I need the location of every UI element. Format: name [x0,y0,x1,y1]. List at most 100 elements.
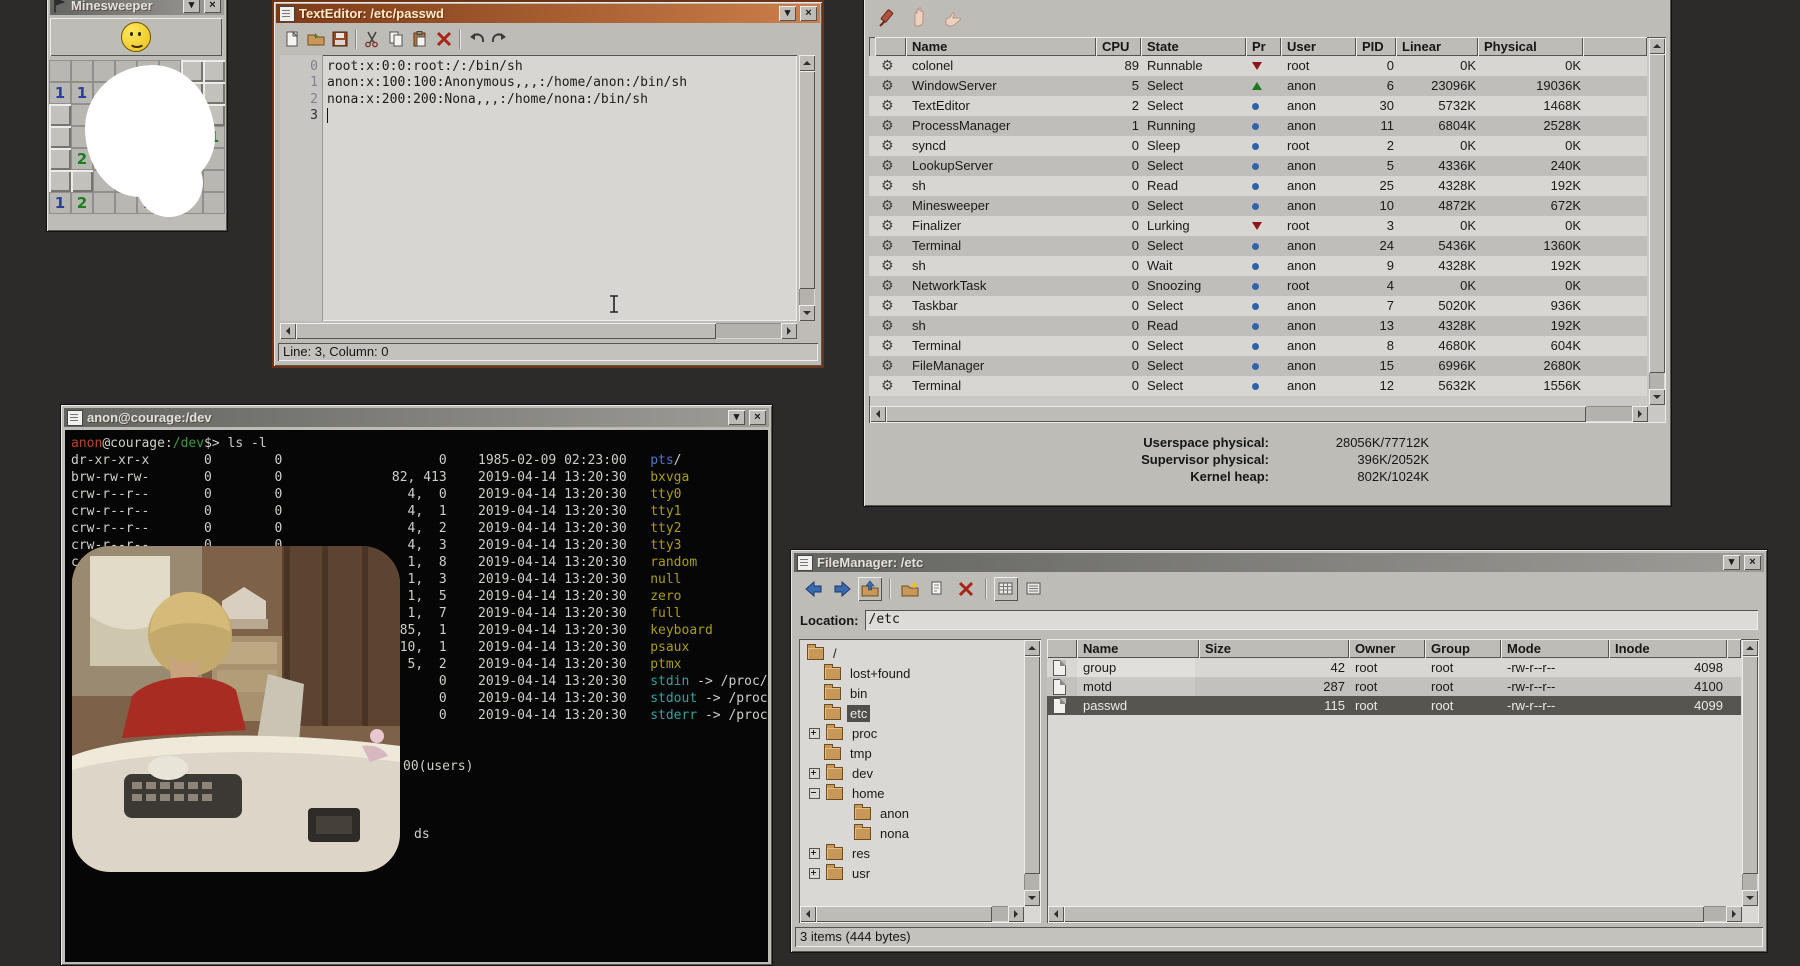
delete-icon[interactable] [954,577,978,601]
mine-cell[interactable] [71,60,93,82]
tree-item-bin[interactable]: bin [809,683,870,703]
scroll-right-icon[interactable] [1632,406,1648,422]
process-row[interactable]: ⚙Taskbar0Selectanon75020K936K [869,296,1647,316]
close-button[interactable]: × [800,6,817,21]
column-header-physical[interactable]: Physical [1478,37,1583,56]
list-view-icon[interactable] [1022,577,1046,601]
scroll-thumb[interactable] [1064,906,1704,922]
expand-icon[interactable] [809,768,820,779]
scroll-thumb[interactable] [1742,656,1758,874]
kill-process-icon[interactable] [875,6,899,30]
file-row-group[interactable]: group42rootroot-rw-r--r--4098 [1047,658,1741,677]
mine-cell[interactable] [203,192,225,214]
tree-item-tmp[interactable]: tmp [809,743,875,763]
column-header-owner[interactable]: Owner [1349,639,1425,658]
mine-cell[interactable]: 1 [49,192,71,214]
directory-tree-pane[interactable]: /lost+foundbinetcproctmpdevhomeanonnonar… [799,639,1041,923]
scroll-left-icon[interactable] [800,906,816,922]
scroll-thumb[interactable] [799,71,815,289]
scroll-down-icon[interactable] [1649,389,1665,405]
column-header-cpu[interactable]: CPU [1096,37,1141,56]
tree-hscrollbar[interactable] [800,906,1024,922]
expand-icon[interactable] [809,848,820,859]
tree-item-usr[interactable]: usr [809,863,873,883]
scroll-thumb[interactable] [886,406,1586,422]
column-header-inode[interactable]: Inode [1609,639,1727,658]
tree-vscrollbar[interactable] [1024,640,1040,906]
minimize-button[interactable]: ▾ [1723,555,1740,570]
process-row[interactable]: ⚙TextEditor2Selectanon305732K1468K [869,96,1647,116]
tree-item-nona[interactable]: nona [839,823,912,843]
minimize-button[interactable]: ▾ [779,6,796,21]
go-up-button[interactable] [858,577,882,601]
tree-item-anon[interactable]: anon [839,803,912,823]
process-row[interactable]: ⚙Finalizer0Lurkingroot30K0K [869,216,1647,236]
mine-cell[interactable] [49,126,71,148]
scroll-down-icon[interactable] [1742,890,1758,906]
mine-cell[interactable] [49,148,71,170]
scroll-up-icon[interactable] [1024,640,1040,656]
tree-item-lostfound[interactable]: lost+found [809,663,913,683]
mine-cell[interactable] [49,104,71,126]
process-row[interactable]: ⚙Minesweeper0Selectanon104872K672K [869,196,1647,216]
expand-icon[interactable] [809,728,820,739]
process-row[interactable]: ⚙syncd0Sleeproot20K0K [869,136,1647,156]
mine-cell[interactable]: 2 [71,192,93,214]
copy-file-icon[interactable] [926,577,950,601]
new-file-button[interactable] [280,27,304,51]
process-row[interactable]: ⚙sh0Readanon134328K192K [869,316,1647,336]
scroll-thumb[interactable] [816,906,992,922]
column-header-fill[interactable] [1727,639,1741,658]
scroll-right-icon[interactable] [1008,906,1024,922]
minimize-button[interactable]: ▾ [183,0,200,13]
files-hscrollbar[interactable] [1048,906,1742,922]
expand-icon[interactable] [809,868,820,879]
files-vscrollbar[interactable] [1742,640,1758,906]
mine-cell[interactable] [49,60,71,82]
filemanager-titlebar[interactable]: FileManager: /etc ▾ × [794,553,1764,572]
smiley-face-button[interactable] [121,22,151,52]
close-button[interactable]: × [1744,555,1761,570]
back-icon[interactable] [802,577,826,601]
tree-item-[interactable]: / [807,643,840,663]
stop-hand-icon[interactable] [907,6,931,30]
column-header-pid[interactable]: PID [1356,37,1396,56]
terminal-titlebar[interactable]: anon@courage:/dev ▾ × [64,408,769,427]
delete-icon[interactable] [432,27,456,51]
editor-vscrollbar[interactable] [799,55,815,321]
process-row[interactable]: ⚙sh0Waitanon94328K192K [869,256,1647,276]
process-row[interactable]: ⚙Terminal0Selectanon125632K1556K [869,376,1647,396]
scroll-right-icon[interactable] [1726,906,1742,922]
process-row[interactable]: ⚙ProcessManager1Runninganon116804K2528K [869,116,1647,136]
minimize-button[interactable]: ▾ [728,410,745,425]
editor-area[interactable]: 0root:x:0:0:root:/:/bin/sh1anon:x:100:10… [280,55,797,321]
process-row[interactable]: ⚙NetworkTask0Snoozingroot40K0K [869,276,1647,296]
file-row-passwd[interactable]: passwd115rootroot-rw-r--r--4099 [1047,696,1741,715]
file-list-pane[interactable]: NameSizeOwnerGroupModeInode group42rootr… [1047,639,1759,923]
column-header-mode[interactable]: Mode [1501,639,1609,658]
process-row[interactable]: ⚙LookupServer0Selectanon54336K240K [869,156,1647,176]
process-row[interactable]: ⚙colonel89Runnableroot00K0K [869,56,1647,76]
column-header-name[interactable]: Name [906,37,1096,56]
scroll-left-icon[interactable] [1048,906,1064,922]
mine-cell[interactable] [203,60,225,82]
editor-hscrollbar[interactable] [280,323,797,339]
process-row[interactable]: ⚙sh0Readanon254328K192K [869,176,1647,196]
scroll-right-icon[interactable] [781,323,797,339]
scroll-left-icon[interactable] [280,323,296,339]
table-view-icon[interactable] [994,577,1018,601]
mine-cell[interactable]: 1 [71,82,93,104]
close-button[interactable]: × [204,0,221,13]
scroll-left-icon[interactable] [870,406,886,422]
undo-icon[interactable] [464,27,488,51]
process-row[interactable]: ⚙Terminal0Selectanon84680K604K [869,336,1647,356]
tree-item-home[interactable]: home [809,783,888,803]
mine-cell[interactable] [71,170,93,192]
close-button[interactable]: × [749,410,766,425]
column-header-state[interactable]: State [1141,37,1246,56]
column-header-pr[interactable]: Pr [1246,37,1281,56]
minesweeper-titlebar[interactable]: Minesweeper ▾ × [50,0,224,15]
process-table-vscrollbar[interactable] [1649,38,1665,405]
texteditor-titlebar[interactable]: TextEditor: /etc/passwd ▾ × [276,4,820,23]
mine-cell[interactable] [93,192,115,214]
